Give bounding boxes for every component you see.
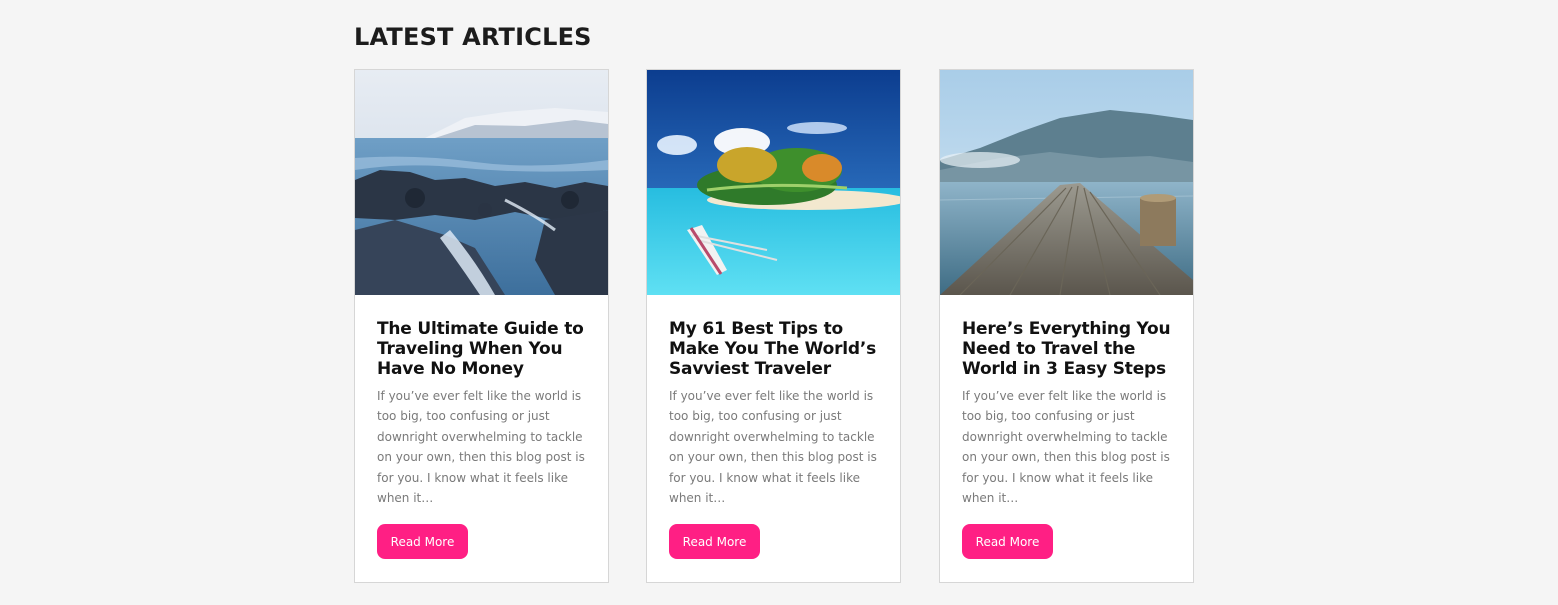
article-card: My 61 Best Tips to Make You The World’s …: [646, 69, 901, 583]
article-excerpt: If you’ve ever felt like the world is to…: [669, 389, 877, 506]
article-title[interactable]: My 61 Best Tips to Make You The World’s …: [669, 319, 881, 379]
tropical-island-image[interactable]: [647, 70, 900, 295]
lake-pier-image[interactable]: [940, 70, 1193, 295]
read-more-button[interactable]: Read More: [669, 524, 760, 559]
article-excerpt: If you’ve ever felt like the world is to…: [377, 389, 585, 506]
read-more-button[interactable]: Read More: [962, 524, 1053, 559]
article-title[interactable]: The Ultimate Guide to Traveling When You…: [377, 319, 589, 379]
read-more-button[interactable]: Read More: [377, 524, 468, 559]
article-title[interactable]: Here’s Everything You Need to Travel the…: [962, 319, 1174, 379]
article-excerpt: If you’ve ever felt like the world is to…: [962, 389, 1170, 506]
article-card: The Ultimate Guide to Traveling When You…: [354, 69, 609, 583]
section-title: LATEST ARTICLES: [354, 23, 592, 51]
rocky-coast-image[interactable]: [355, 70, 608, 295]
article-card: Here’s Everything You Need to Travel the…: [939, 69, 1194, 583]
